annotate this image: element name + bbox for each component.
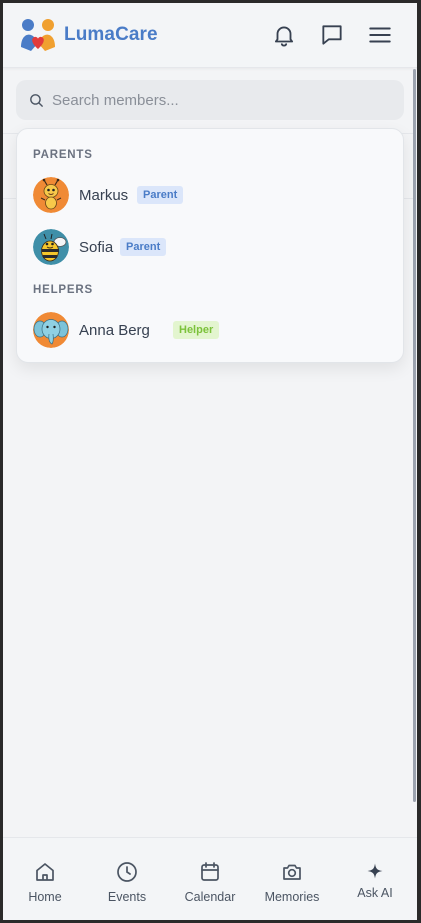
chat-icon[interactable] (319, 22, 345, 48)
section-title-parents: PARENTS (33, 149, 93, 161)
nav-label: Memories (264, 890, 320, 904)
bee-avatar (33, 229, 69, 265)
role-badge: Parent (137, 186, 184, 204)
member-search (16, 80, 404, 120)
nav-label: Ask AI (357, 886, 393, 900)
calendar-icon (198, 860, 222, 884)
member-name: Markus (79, 187, 129, 204)
clock-icon (115, 860, 139, 884)
role-badge: Helper (173, 321, 220, 339)
top-header: LumaCare (3, 3, 417, 68)
role-badge: Parent (120, 238, 167, 256)
member-item-anna-berg[interactable]: Anna Berg Helper (33, 312, 383, 348)
section-title-helpers: HELPERS (33, 284, 93, 296)
search-icon (28, 92, 45, 109)
camera-icon (280, 860, 304, 884)
nav-item-memories[interactable]: Memories (251, 838, 333, 920)
member-item-markus[interactable]: Markus Parent (33, 177, 383, 213)
nav-item-events[interactable]: Events (86, 838, 168, 920)
bottom-nav: Home Events Calendar Memories Ask AI (3, 837, 417, 920)
nav-item-ask-ai[interactable]: Ask AI (334, 838, 416, 920)
lumacare-logo[interactable] (19, 17, 57, 53)
nav-label: Events (107, 890, 147, 904)
app-frame: LumaCare P (3, 3, 417, 920)
member-dropdown: PARENTS Markus Parent Sofia Parent HELPE… (16, 128, 404, 363)
member-item-sofia[interactable]: Sofia Parent (33, 229, 383, 265)
member-name: Sofia (79, 239, 114, 256)
nav-label: Home (28, 890, 62, 904)
menu-icon[interactable] (367, 22, 393, 48)
nav-item-home[interactable]: Home (4, 838, 86, 920)
search-input[interactable] (52, 80, 392, 120)
bell-icon[interactable] (271, 22, 297, 48)
sparkle-icon (366, 862, 384, 880)
home-icon (33, 860, 57, 884)
ant-avatar (33, 177, 69, 213)
scrollbar[interactable] (413, 69, 416, 802)
nav-label: Calendar (184, 890, 236, 904)
member-name: Anna Berg (79, 322, 150, 339)
elephant-avatar (33, 312, 69, 348)
brand-name: LumaCare (64, 24, 158, 45)
nav-item-calendar[interactable]: Calendar (169, 838, 251, 920)
